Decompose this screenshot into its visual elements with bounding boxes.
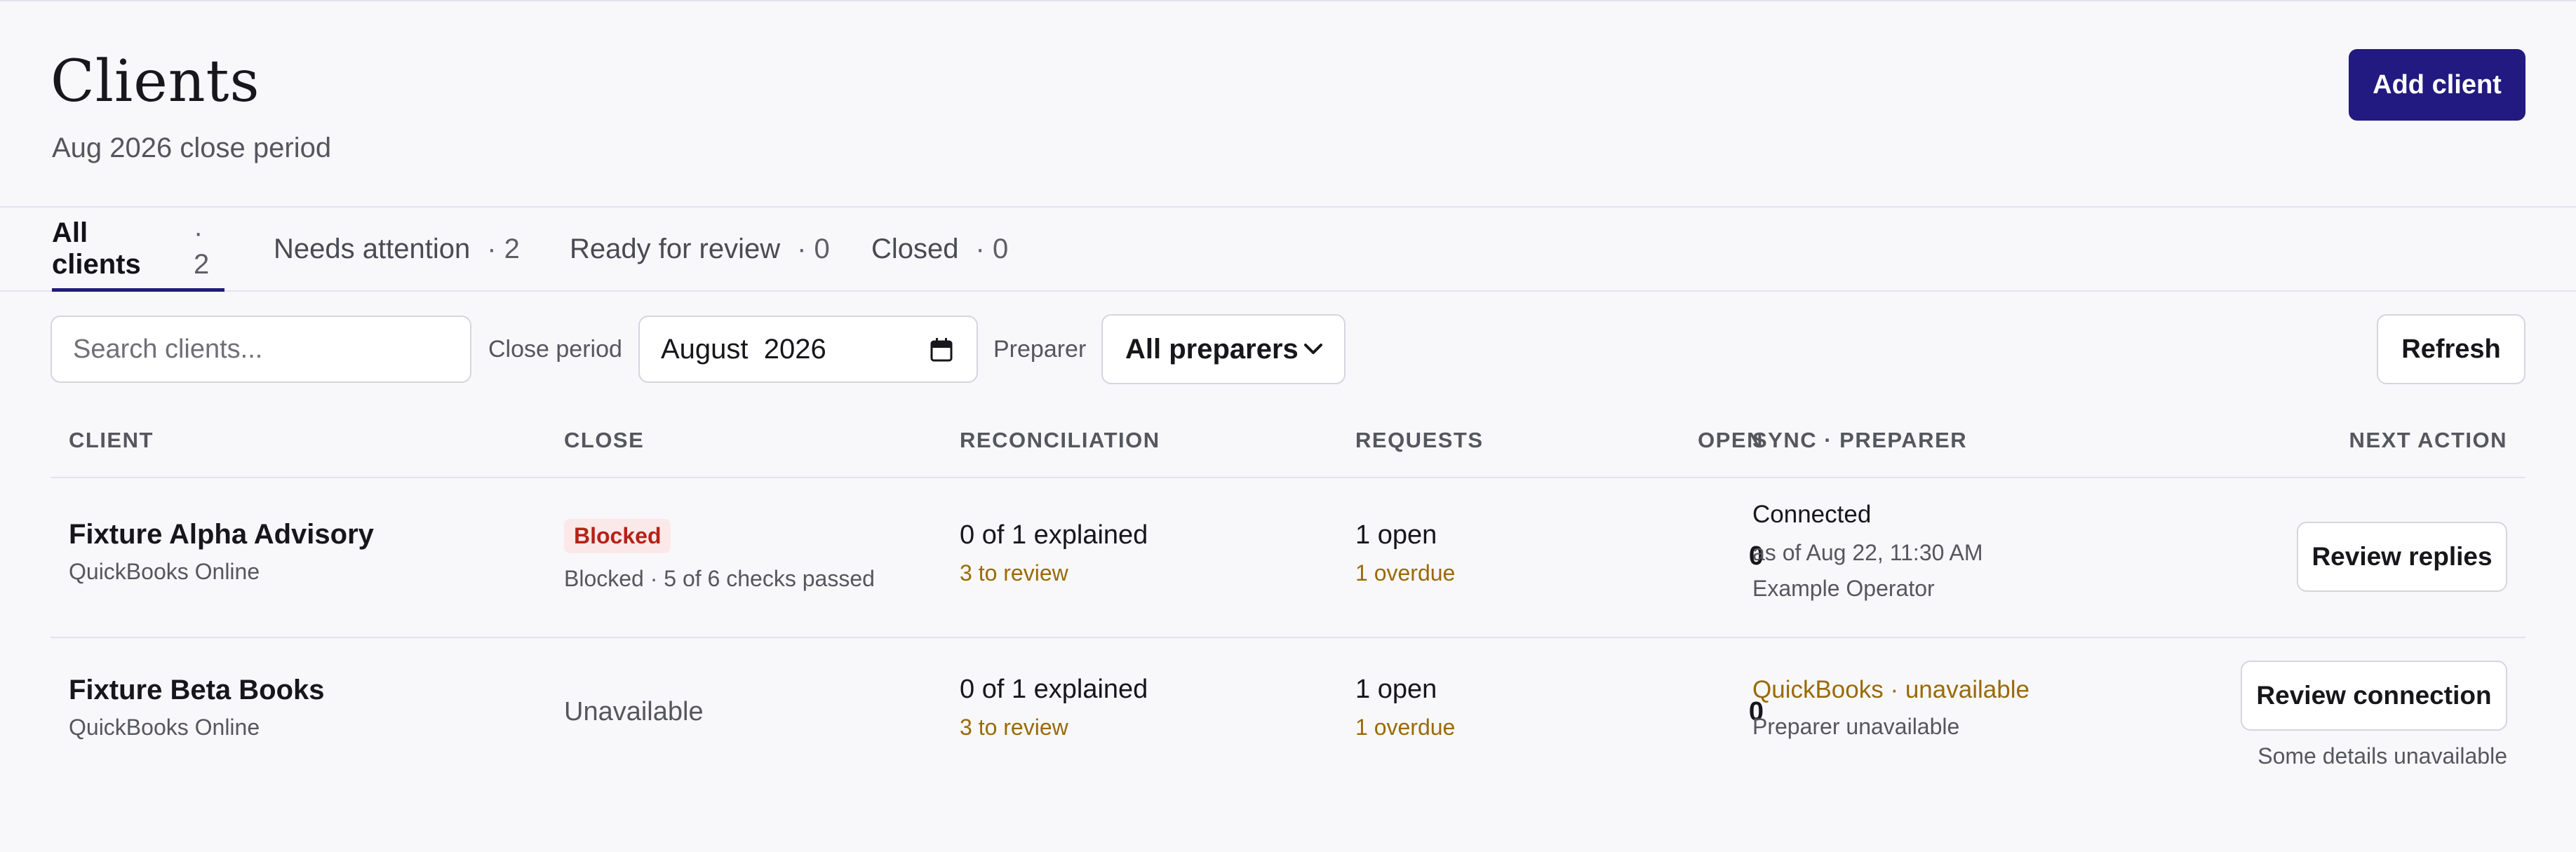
column-header-sync-preparer: SYNC · PREPARER (1752, 428, 1968, 452)
tab-all-clients[interactable]: All clients · 2 (52, 208, 224, 292)
tab-label: All clients (52, 217, 141, 280)
preparer-name: Preparer unavailable (1752, 714, 1960, 739)
column-header-close: CLOSE (564, 428, 645, 452)
tab-count: · 2 (194, 217, 210, 280)
tab-label: Ready for review (570, 233, 781, 264)
refresh-button[interactable]: Refresh (2377, 314, 2525, 384)
tabs-bar: All clients · 2 Needs attention · 2 Read… (0, 206, 2576, 292)
column-header-client: CLIENT (69, 428, 154, 452)
client-cell: Fixture Alpha Advisory QuickBooks Online (69, 519, 374, 585)
reconciliation-cell: 0 of 1 explained 3 to review (960, 675, 1148, 741)
close-period-value: August 2026 (661, 333, 826, 365)
calendar-icon[interactable] (930, 338, 953, 362)
reconciliation-status: 0 of 1 explained (960, 675, 1148, 704)
review-replies-button[interactable]: Review replies (2297, 522, 2507, 592)
reconciliation-review-count: 3 to review (960, 715, 1068, 740)
column-header-requests: REQUESTS (1355, 428, 1484, 452)
chevron-down-icon (1304, 344, 1322, 354)
close-period-label: Close period (488, 335, 622, 363)
close-detail: Blocked · 5 of 6 checks passed (564, 566, 875, 591)
sync-status: QuickBooks · unavailable (1752, 676, 2030, 703)
review-connection-button[interactable]: Review connection (2241, 661, 2507, 731)
preparer-label: Preparer (993, 335, 1087, 363)
add-client-button[interactable]: Add client (2349, 49, 2525, 121)
tab-label: Needs attention (274, 233, 471, 264)
column-header-reconciliation: RECONCILIATION (960, 428, 1160, 452)
tab-count: · 0 (797, 233, 830, 264)
tab-ready-for-review[interactable]: Ready for review · 0 (570, 208, 830, 290)
sync-status: Connected (1752, 501, 1872, 528)
client-name[interactable]: Fixture Beta Books (69, 675, 325, 706)
requests-open: 1 open (1355, 675, 1437, 704)
top-divider (0, 0, 2576, 1)
client-source: QuickBooks Online (69, 715, 260, 740)
requests-cell: 1 open 1 overdue (1355, 675, 1455, 741)
reconciliation-status: 0 of 1 explained (960, 520, 1148, 550)
preparer-name: Example Operator (1752, 576, 1935, 601)
page-header: Clients Aug 2026 close period Add client (51, 43, 2525, 170)
status-badge: Blocked (564, 519, 671, 553)
client-cell: Fixture Beta Books QuickBooks Online (69, 675, 325, 741)
requests-overdue: 1 overdue (1355, 715, 1456, 740)
requests-open: 1 open (1355, 520, 1437, 550)
sync-time: as of Aug 22, 11:30 AM (1752, 540, 1983, 565)
close-status: Unavailable (564, 697, 704, 726)
requests-overdue: 1 overdue (1355, 560, 1456, 586)
requests-cell: 1 open 1 overdue (1355, 520, 1455, 586)
sync-preparer-cell: Connected as of Aug 22, 11:30 AM Example… (1752, 501, 1983, 602)
close-period-date-field[interactable]: August 2026 (638, 316, 978, 383)
preparer-select[interactable]: All preparers (1101, 314, 1346, 384)
sync-preparer-cell: QuickBooks · unavailable Preparer unavai… (1752, 676, 2030, 740)
tab-needs-attention[interactable]: Needs attention · 2 (274, 208, 520, 290)
table-row[interactable]: Fixture Alpha Advisory QuickBooks Online… (51, 478, 2525, 638)
filter-bar: Close period August 2026 Preparer All pr… (51, 314, 2525, 384)
clients-table: CLIENT CLOSE RECONCILIATION REQUESTS OPE… (51, 418, 2525, 792)
page-subtitle: Aug 2026 close period (52, 133, 332, 163)
client-source: QuickBooks Online (69, 559, 260, 584)
next-action-note: Some details unavailable (2258, 743, 2507, 769)
tab-count: · 0 (975, 233, 1009, 264)
preparer-select-value: All preparers (1125, 333, 1299, 365)
tab-count: · 2 (487, 233, 520, 264)
reconciliation-review-count: 3 to review (960, 560, 1068, 586)
tab-label: Closed (871, 233, 959, 264)
tab-closed[interactable]: Closed · 0 (871, 208, 1008, 290)
column-header-next-action: NEXT ACTION (2349, 428, 2507, 452)
client-name[interactable]: Fixture Alpha Advisory (69, 519, 374, 550)
page-title: Clients (51, 48, 260, 115)
table-row[interactable]: Fixture Beta Books QuickBooks Online Una… (51, 638, 2525, 792)
search-input[interactable] (51, 316, 471, 383)
reconciliation-cell: 0 of 1 explained 3 to review (960, 520, 1148, 586)
table-header: CLIENT CLOSE RECONCILIATION REQUESTS OPE… (51, 418, 2525, 478)
close-cell: Blocked Blocked · 5 of 6 checks passed (564, 519, 875, 592)
